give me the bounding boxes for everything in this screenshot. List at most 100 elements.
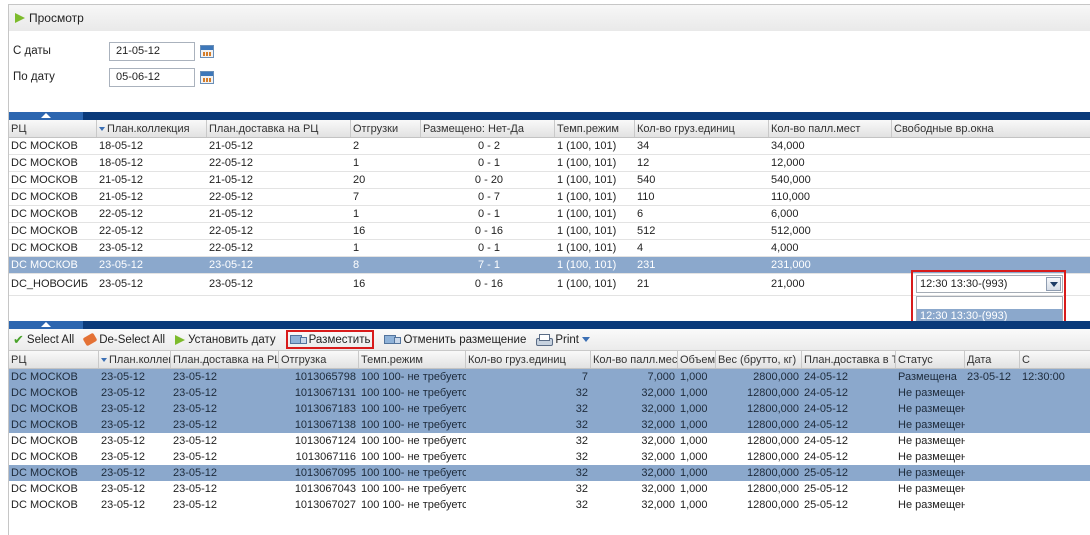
table-row[interactable]: DC МОСКОВ 22-05-12 22-05-12 16 0 - 16 1 (100,… — [9, 223, 1090, 240]
table-row[interactable]: DC МОСКОВ 23-05-12 23-05-12 1013067138 100 1… — [9, 417, 1090, 433]
column-header[interactable]: Отгрузка — [279, 351, 359, 368]
chevron-down-icon[interactable] — [1046, 277, 1061, 291]
groups-grid-header: РЦ План.коллекция План.доставка на РЦ Отгру… — [9, 120, 1090, 138]
table-cell: Не размещена — [898, 387, 965, 399]
column-header[interactable]: Темп.режим — [359, 351, 466, 368]
column-header[interactable]: План.доставка на РЦ — [207, 120, 351, 137]
column-header-label: Вес (брутто, кг) — [718, 354, 797, 366]
from-date-input[interactable]: 21-05-12 — [109, 41, 195, 61]
table-cell: 24-05-12 — [804, 387, 849, 399]
table-row[interactable]: DC МОСКОВ 23-05-12 23-05-12 1013065798 100 1… — [9, 369, 1090, 385]
column-header[interactable]: Кол-во груз.единиц — [635, 120, 769, 137]
collapse-toggle[interactable] — [9, 321, 83, 329]
to-date-input[interactable]: 05-06-12 — [109, 67, 195, 87]
shipments-grid-body: DC МОСКОВ 23-05-12 23-05-12 1013065798 100 1… — [9, 369, 1090, 513]
column-header[interactable]: План.коллекция — [97, 120, 207, 137]
column-header[interactable]: Свободные вр.окна — [892, 120, 1090, 137]
table-cell — [965, 497, 1020, 513]
table-row[interactable]: DC МОСКОВ 23-05-12 23-05-12 1013067183 100 1… — [9, 401, 1090, 417]
table-cell: 1013067116 — [295, 451, 356, 463]
table-cell: 21-05-12 — [99, 174, 144, 186]
table-cell: Размещена — [898, 371, 957, 383]
table-cell: DC МОСКОВ — [11, 451, 78, 463]
table-cell: 22-05-12 — [209, 191, 254, 203]
table-cell: 23-05-12 — [209, 259, 254, 271]
table-row[interactable]: DC МОСКОВ 22-05-12 21-05-12 1 0 - 1 1 (100, 1… — [9, 206, 1090, 223]
grid-collapse-bar[interactable] — [9, 321, 1090, 329]
column-header[interactable]: Размещено: Нет-Да — [421, 120, 555, 137]
table-row[interactable]: DC МОСКОВ 18-05-12 22-05-12 1 0 - 1 1 (100, 1… — [9, 155, 1090, 172]
free-slot-highlight: 12:30 13:30-(993) 12:30 13:30-(993) — [911, 270, 1066, 327]
column-header[interactable]: РЦ — [9, 351, 99, 368]
column-header[interactable]: Темп.режим — [555, 120, 635, 137]
table-cell: 32,000 — [641, 467, 675, 479]
table-cell: 231 — [637, 259, 656, 271]
calendar-icon[interactable] — [200, 44, 214, 58]
to-date-row: По дату 05-06-12 — [9, 65, 214, 89]
table-cell — [965, 481, 1020, 497]
table-cell: 20 — [353, 174, 366, 186]
view-header[interactable]: Просмотр — [9, 5, 1090, 31]
column-header[interactable]: С — [1020, 351, 1090, 368]
table-cell: 23-05-12 — [99, 242, 144, 254]
table-cell: DC МОСКОВ — [11, 435, 78, 447]
print-button[interactable]: Print — [536, 333, 591, 346]
column-header[interactable]: Кол-во палл.мест — [591, 351, 678, 368]
column-header[interactable]: Статус — [896, 351, 965, 368]
table-cell: 1013067124 — [294, 435, 356, 447]
select-all-button[interactable]: ✔ Select All — [13, 332, 74, 348]
deselect-all-button[interactable]: De-Select All — [82, 332, 165, 347]
grid-collapse-bar[interactable] — [9, 112, 1090, 120]
table-cell: 110,000 — [771, 191, 810, 203]
table-row[interactable]: DC МОСКОВ 23-05-12 23-05-12 1013067095 100 1… — [9, 465, 1090, 481]
table-cell — [1020, 385, 1090, 401]
table-cell: 1013065798 — [294, 371, 356, 383]
table-row[interactable]: DC МОСКОВ 21-05-12 22-05-12 7 0 - 7 1 (100, 1… — [9, 189, 1090, 206]
column-header-label: Объем — [680, 354, 716, 366]
cancel-placement-button[interactable]: Отменить размещение — [384, 334, 526, 346]
table-cell: 21,000 — [771, 278, 805, 290]
column-header[interactable]: Объем — [678, 351, 716, 368]
table-cell: 100 100- не требуется — [361, 483, 466, 495]
table-cell: 4 — [637, 242, 644, 254]
table-cell: 25-05-12 — [804, 483, 849, 495]
table-cell — [965, 465, 1020, 481]
table-row[interactable]: DC МОСКОВ 23-05-12 22-05-12 1 0 - 1 1 (100, 1… — [9, 240, 1090, 257]
table-row[interactable]: DC МОСКОВ 23-05-12 23-05-12 1013067124 100 1… — [9, 433, 1090, 449]
column-header[interactable]: Отгрузки — [351, 120, 421, 137]
table-row[interactable]: DC МОСКОВ 23-05-12 23-05-12 1013067043 100 1… — [9, 481, 1090, 497]
table-row[interactable]: DC МОСКОВ 23-05-12 23-05-12 1013067116 100 1… — [9, 449, 1090, 465]
table-row[interactable]: DC МОСКОВ 18-05-12 21-05-12 2 0 - 2 1 (100, 1… — [9, 138, 1090, 155]
column-header[interactable]: Кол-во палл.мест — [769, 120, 892, 137]
table-cell: 34,000 — [771, 140, 805, 152]
calendar-icon[interactable] — [200, 70, 214, 84]
place-button[interactable]: Разместить — [285, 330, 375, 349]
table-cell: 22-05-12 — [99, 208, 144, 220]
table-cell: DC МОСКОВ — [11, 174, 78, 186]
print-label: Print — [555, 333, 580, 346]
sort-desc-icon — [99, 127, 105, 132]
column-header[interactable]: План.доставка на РЦ — [171, 351, 279, 368]
table-cell: 12800,000 — [747, 451, 799, 463]
collapse-toggle[interactable] — [9, 112, 83, 120]
table-row[interactable]: DC МОСКОВ 23-05-12 23-05-12 1013067131 100 1… — [9, 385, 1090, 401]
checkmark-icon: ✔ — [13, 331, 24, 347]
table-row[interactable]: DC МОСКОВ 21-05-12 21-05-12 20 0 - 20 1 (100,… — [9, 172, 1090, 189]
set-date-button[interactable]: Установить дату — [175, 334, 276, 346]
column-header[interactable]: Кол-во груз.единиц — [466, 351, 591, 368]
column-header[interactable]: Вес (брутто, кг) — [716, 351, 802, 368]
table-row[interactable]: DC МОСКОВ 23-05-12 23-05-12 1013067027 100 1… — [9, 497, 1090, 513]
column-header[interactable]: План.коллекция — [99, 351, 171, 368]
chevron-down-icon — [582, 337, 591, 342]
table-cell: 0 - 1 — [477, 242, 500, 254]
table-cell: 32,000 — [641, 483, 675, 495]
column-header[interactable]: РЦ — [9, 120, 97, 137]
table-cell: 100 100- не требуется — [361, 419, 466, 431]
column-header[interactable]: План.доставка в ТЦ — [802, 351, 896, 368]
table-cell — [965, 417, 1020, 433]
table-cell: 1013067043 — [294, 483, 356, 495]
table-cell: 24-05-12 — [804, 419, 849, 431]
free-slot-select[interactable]: 12:30 13:30-(993) — [916, 275, 1063, 293]
column-header[interactable]: Дата — [965, 351, 1020, 368]
table-cell: 1,000 — [680, 371, 708, 383]
